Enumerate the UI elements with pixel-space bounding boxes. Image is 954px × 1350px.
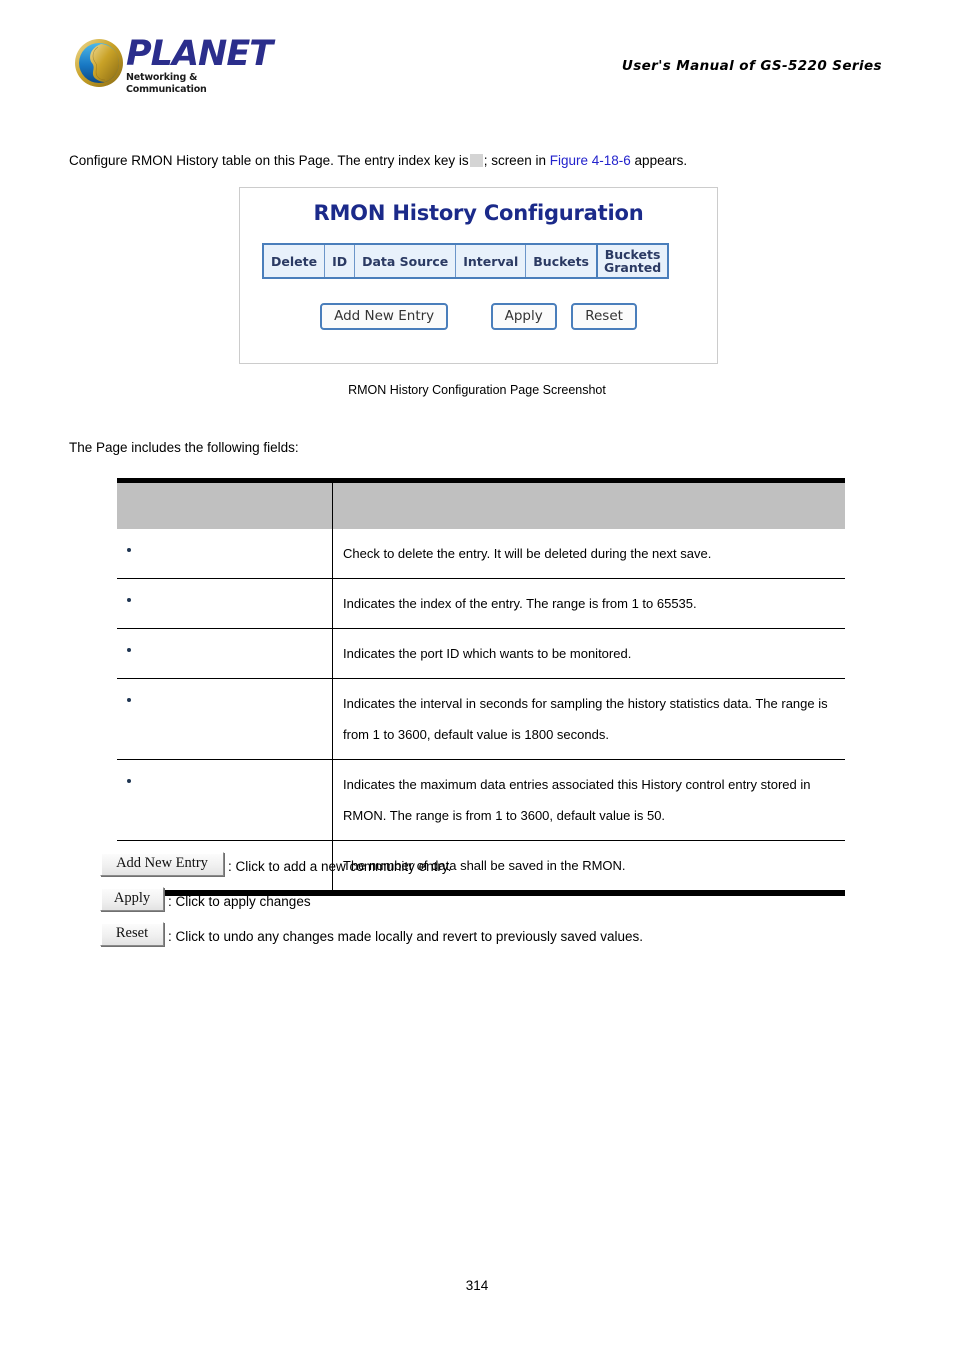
logo-tagline-text: Networking & Communication [126, 72, 207, 95]
table-row: Indicates the maximum data entries assoc… [117, 759, 845, 841]
table-row: Check to delete the entry. It will be de… [117, 529, 845, 579]
table-row: Indicates the interval in seconds for sa… [117, 678, 845, 760]
page-number: 314 [465, 1278, 489, 1293]
rmon-history-table: Delete ID Data Source Interval Buckets B… [262, 243, 670, 279]
column-header-delete: Delete [262, 243, 326, 279]
field-description-cell: Indicates the port ID which wants to be … [332, 628, 845, 679]
field-description-cell: Indicates the index of the entry. The ra… [332, 578, 845, 629]
table-row: Indicates the port ID which wants to be … [117, 628, 845, 679]
field-description-table: Check to delete the entry. It will be de… [117, 478, 845, 896]
legend-row-reset: Reset : Click to undo any changes made l… [100, 922, 860, 946]
column-header-buckets: Buckets [525, 243, 598, 279]
bullet-icon [127, 778, 131, 783]
field-table-header-description [332, 483, 845, 529]
screenshot-reset-button[interactable]: Reset [571, 303, 637, 330]
field-object-cell [117, 678, 333, 760]
apply-description: : Click to apply changes [168, 894, 311, 909]
planet-logo: PLANET Networking & Communication [74, 34, 276, 95]
embedded-screenshot: RMON History Configuration Delete ID Dat… [239, 187, 718, 364]
button-legend: Add New Entry : Click to add a new commu… [100, 852, 860, 957]
field-table-header-row [117, 483, 845, 529]
apply-button[interactable]: Apply [100, 887, 164, 911]
screenshot-page-title: RMON History Configuration [313, 201, 644, 225]
field-description-cell: Check to delete the entry. It will be de… [332, 529, 845, 579]
logo-brand-text: PLANET [126, 34, 273, 74]
field-object-cell [117, 578, 333, 629]
column-header-interval: Interval [455, 243, 527, 279]
field-object-cell [117, 759, 333, 841]
screenshot-add-new-entry-button[interactable]: Add New Entry [320, 303, 449, 330]
figure-reference-link[interactable]: Figure 4-18-6 [550, 153, 631, 168]
table-row: Indicates the index of the entry. The ra… [117, 578, 845, 629]
reset-button[interactable]: Reset [100, 922, 164, 946]
field-description-cell: Indicates the maximum data entries assoc… [332, 759, 845, 841]
bullet-icon [127, 697, 131, 702]
intro-paragraph: Configure RMON History table on this Pag… [69, 151, 687, 171]
bullet-icon [127, 597, 131, 602]
screenshot-apply-button[interactable]: Apply [490, 303, 557, 330]
missing-field-placeholder [469, 154, 483, 167]
add-new-entry-description: : Click to add a new community entry. [228, 859, 452, 874]
screenshot-button-bar: Add New Entry Apply Reset [240, 303, 717, 330]
field-object-cell [117, 628, 333, 679]
reset-description: : Click to undo any changes made locally… [168, 929, 644, 944]
column-header-data-source: Data Source [354, 243, 457, 279]
globe-logo-icon [75, 39, 123, 87]
bullet-icon [127, 647, 131, 652]
intro-text-middle: ; screen in [483, 153, 546, 168]
field-table-header-object [117, 483, 333, 529]
bullet-icon [127, 547, 131, 552]
add-new-entry-button[interactable]: Add New Entry [100, 852, 224, 876]
field-object-cell [117, 529, 333, 579]
column-header-buckets-granted: Buckets Granted [595, 243, 670, 279]
manual-title: User's Manual of GS-5220 Series [621, 58, 882, 74]
field-description-cell: Indicates the interval in seconds for sa… [332, 678, 845, 760]
legend-row-add-new-entry: Add New Entry : Click to add a new commu… [100, 852, 860, 876]
fields-lead-in-text: The Page includes the following fields: [69, 440, 299, 455]
intro-text-before: Configure RMON History table on this Pag… [69, 153, 469, 168]
page-header: PLANET Networking & Communication User's… [0, 18, 954, 95]
table-header-row: Delete ID Data Source Interval Buckets B… [262, 243, 670, 279]
legend-row-apply: Apply : Click to apply changes [100, 887, 860, 911]
intro-text-after: appears. [634, 153, 688, 168]
figure-caption: RMON History Configuration Page Screensh… [348, 383, 606, 397]
column-header-id: ID [324, 243, 356, 279]
logo-wordmark: PLANET Networking & Communication [126, 34, 276, 95]
